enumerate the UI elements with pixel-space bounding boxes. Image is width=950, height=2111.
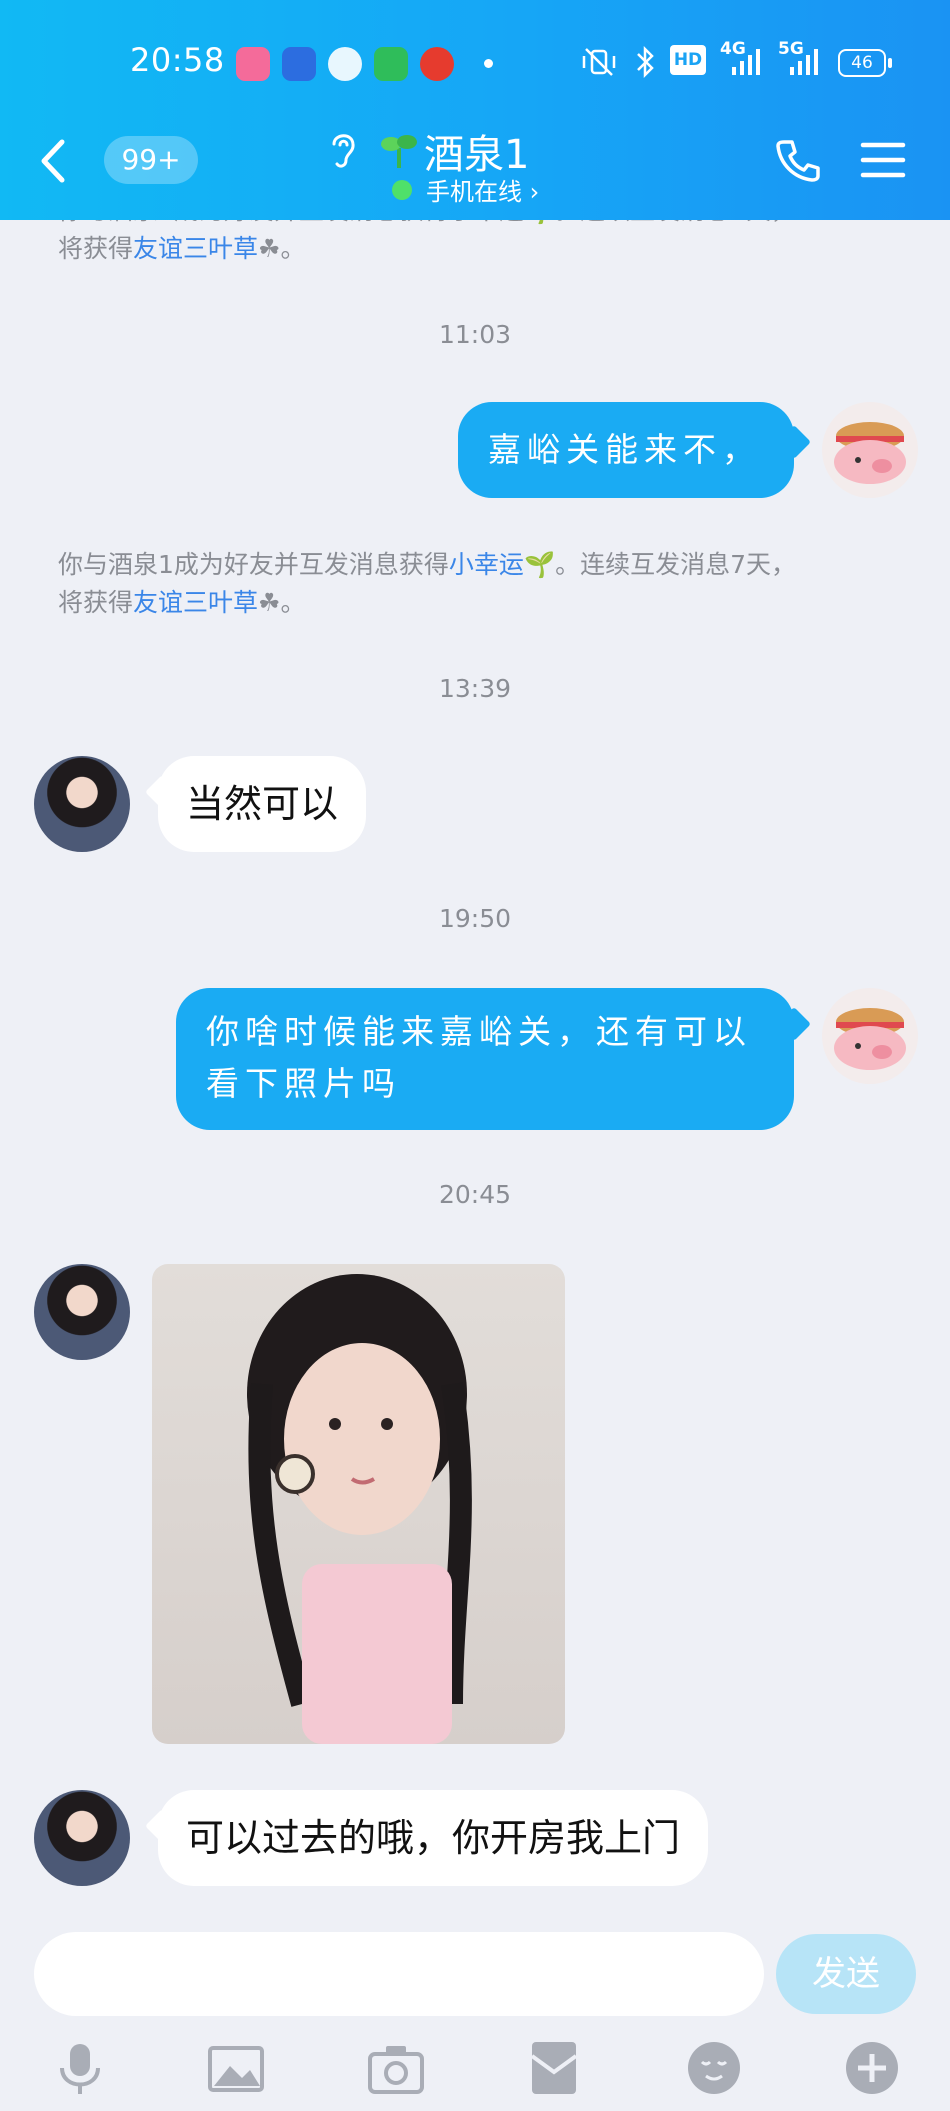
back-button[interactable] bbox=[34, 136, 74, 186]
little-luck-link[interactable]: 小幸运 bbox=[449, 550, 524, 579]
contact-avatar[interactable] bbox=[34, 756, 130, 852]
incoming-message-bubble[interactable]: 当然可以 bbox=[158, 756, 367, 852]
online-status-dot-icon bbox=[392, 180, 412, 200]
message-input[interactable] bbox=[34, 1932, 764, 2016]
photo-message[interactable] bbox=[152, 1264, 565, 1744]
my-avatar[interactable] bbox=[822, 402, 918, 498]
phone-call-button[interactable] bbox=[776, 138, 820, 182]
translate-app-icon bbox=[282, 47, 316, 81]
my-avatar[interactable] bbox=[822, 988, 918, 1084]
timestamp: 11:03 bbox=[438, 320, 512, 349]
signal-bars-icon bbox=[732, 49, 760, 75]
timestamp: 19:50 bbox=[438, 904, 512, 933]
timestamp: 20:45 bbox=[438, 1180, 512, 1209]
notification-dot-icon bbox=[484, 59, 493, 68]
friendship-clover-link[interactable]: 友谊三叶草 bbox=[133, 588, 258, 617]
unread-count-badge[interactable]: 99+ bbox=[104, 136, 198, 184]
status-time: 20:58 bbox=[130, 41, 225, 79]
outgoing-message-bubble[interactable]: 嘉峪关能来不， bbox=[458, 402, 794, 498]
message-text: 看下照片吗 bbox=[206, 1064, 401, 1103]
chat-header: 20:58 HD 4G 5G 46 99+ 酒泉1 手机在线 › bbox=[0, 0, 950, 220]
contact-avatar[interactable] bbox=[34, 1264, 130, 1360]
microphone-icon[interactable] bbox=[50, 2038, 110, 2098]
wechat-app-icon bbox=[328, 47, 362, 81]
message-text: 你啥时候能来嘉峪关，还有可以 bbox=[206, 1012, 752, 1051]
signal-bars-2-icon bbox=[790, 49, 818, 75]
menu-button[interactable] bbox=[860, 140, 906, 180]
red-packet-icon[interactable] bbox=[524, 2038, 584, 2098]
portrait-photo bbox=[247, 1274, 472, 1744]
plus-icon[interactable] bbox=[842, 2038, 902, 2098]
sprout-icon bbox=[381, 135, 417, 168]
hd-voice-badge: HD bbox=[670, 45, 706, 75]
emoji-icon[interactable] bbox=[684, 2038, 744, 2098]
pig-avatar-icon bbox=[834, 1008, 906, 1070]
system-text: ☘。 bbox=[258, 234, 306, 263]
composer-toolbar bbox=[0, 2028, 950, 2111]
friendship-clover-link[interactable]: 友谊三叶草 bbox=[133, 234, 258, 263]
contact-avatar[interactable] bbox=[34, 1790, 130, 1886]
ear-icon[interactable] bbox=[326, 128, 360, 172]
battery-indicator: 46 bbox=[838, 49, 892, 77]
camera-icon[interactable] bbox=[366, 2038, 426, 2098]
timestamp: 13:39 bbox=[438, 674, 512, 703]
wallet-app-icon bbox=[374, 47, 408, 81]
send-button[interactable]: 发送 bbox=[776, 1934, 916, 2014]
system-text: 🌱。连续互发消息7天， bbox=[523, 550, 796, 579]
mascot-app-icon bbox=[420, 47, 454, 81]
image-icon[interactable] bbox=[206, 2038, 266, 2098]
system-text: 你与酒泉1成为好友并互发消息获得 bbox=[58, 550, 449, 579]
bluetooth-icon bbox=[637, 45, 654, 79]
pig-avatar-icon bbox=[834, 422, 906, 484]
mute-vibrate-icon bbox=[582, 48, 616, 76]
system-text: ☘。 bbox=[258, 588, 306, 617]
outgoing-message-bubble[interactable]: 你啥时候能来嘉峪关，还有可以 看下照片吗 bbox=[176, 988, 794, 1130]
status-bar: 20:58 HD 4G 5G 46 bbox=[0, 35, 950, 91]
system-text: 将获得 bbox=[58, 588, 134, 617]
incoming-message-bubble[interactable]: 可以过去的哦，你开房我上门 bbox=[158, 1790, 709, 1886]
system-text: 将获得 bbox=[58, 234, 134, 263]
online-status[interactable]: 手机在线 › bbox=[426, 172, 539, 207]
system-message-friendship: 你与酒泉1成为好友并互发消息获得小幸运🌱。连续互发消息7天， 将获得友谊三叶草☘… bbox=[58, 546, 898, 622]
bilibili-app-icon bbox=[236, 47, 270, 81]
